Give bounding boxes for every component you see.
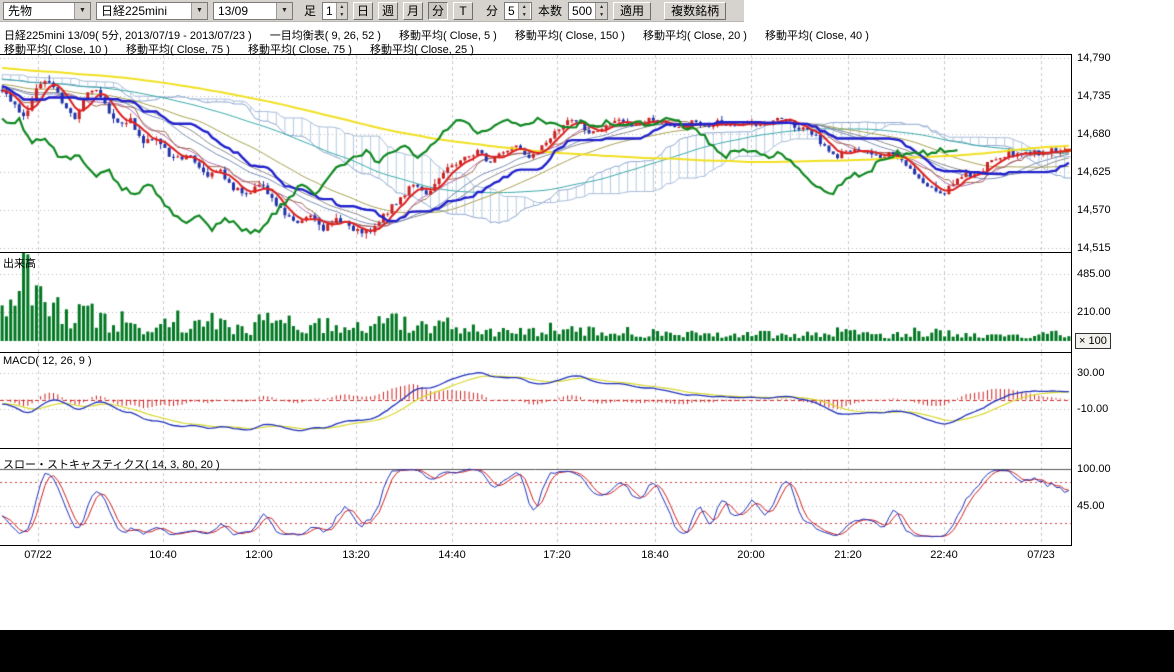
toolbar: 先物 ▼ 日経225mini ▼ 13/09 ▼ 足 1 ▲ ▼ 日 週 月 分… — [0, 0, 744, 22]
x-axis-label: 13:20 — [333, 549, 379, 561]
y-axis-tick: 14,680 — [1077, 128, 1111, 140]
bar-type-label: 足 — [304, 2, 316, 19]
contract-select-value: 13/09 — [214, 4, 276, 18]
minute-label: 分 — [486, 2, 498, 19]
spin-down-icon[interactable]: ▼ — [596, 11, 607, 19]
minute-value[interactable]: 5 — [505, 3, 518, 19]
y-axis-tick: 485.00 — [1077, 268, 1111, 280]
x-axis-label: 21:20 — [825, 549, 871, 561]
volume-multiplier-badge: × 100 — [1075, 333, 1111, 349]
apply-button[interactable]: 適用 — [613, 2, 651, 20]
period-button-tick[interactable]: T — [453, 2, 473, 20]
spin-up-icon[interactable]: ▲ — [337, 3, 347, 11]
indicator-label: 移動平均( Close, 20 ) — [643, 30, 747, 42]
chevron-down-icon[interactable]: ▼ — [74, 3, 90, 19]
bar-unit-stepper[interactable]: 1 ▲ ▼ — [322, 2, 348, 20]
bar-count-stepper[interactable]: 500 ▲ ▼ — [568, 2, 608, 20]
price-chart-canvas[interactable] — [0, 55, 1071, 252]
macd-chart-canvas[interactable] — [0, 353, 1071, 448]
y-axis-tick: 14,625 — [1077, 166, 1111, 178]
indicator-label: 移動平均( Close, 150 ) — [515, 30, 625, 42]
x-axis-label: 10:40 — [140, 549, 186, 561]
period-button-minute[interactable]: 分 — [428, 2, 448, 20]
x-axis-label: 12:00 — [236, 549, 282, 561]
y-axis-tick: 14,570 — [1077, 204, 1111, 216]
indicator-label: 移動平均( Close, 40 ) — [765, 30, 869, 42]
minute-stepper[interactable]: 5 ▲ ▼ — [504, 2, 532, 20]
spinner-arrows: ▲ ▼ — [518, 3, 530, 19]
panel-divider — [0, 54, 1071, 55]
spinner-arrows: ▲ ▼ — [336, 3, 347, 19]
y-axis-tick: 30.00 — [1077, 367, 1105, 379]
bar-unit-value[interactable]: 1 — [323, 3, 336, 19]
x-axis-label: 22:40 — [921, 549, 967, 561]
market-select[interactable]: 先物 ▼ — [3, 2, 91, 20]
volume-chart-canvas[interactable] — [0, 253, 1071, 352]
volume-panel-label: 出来高 — [3, 255, 36, 271]
spin-up-icon[interactable]: ▲ — [519, 3, 530, 11]
x-axis-label: 18:40 — [632, 549, 678, 561]
x-axis-label: 20:00 — [728, 549, 774, 561]
x-axis-label: 14:40 — [429, 549, 475, 561]
contract-select[interactable]: 13/09 ▼ — [213, 2, 293, 20]
y-axis-tick: -10.00 — [1077, 403, 1108, 415]
y-axis-tick: 14,790 — [1077, 52, 1111, 64]
y-axis-tick: 14,735 — [1077, 90, 1111, 102]
x-axis-label: 07/23 — [1018, 549, 1064, 561]
period-button-week[interactable]: 週 — [378, 2, 398, 20]
bar-count-value[interactable]: 500 — [569, 3, 595, 19]
y-axis-line — [1071, 54, 1072, 546]
y-axis-tick: 210.00 — [1077, 306, 1111, 318]
symbol-select-value: 日経225mini — [97, 2, 191, 19]
x-axis-label: 07/22 — [15, 549, 61, 561]
panel-divider — [0, 448, 1071, 449]
symbol-select[interactable]: 日経225mini ▼ — [96, 2, 208, 20]
panel-divider — [0, 252, 1071, 253]
multi-symbol-button[interactable]: 複数銘柄 — [664, 2, 726, 20]
spin-down-icon[interactable]: ▼ — [519, 11, 530, 19]
period-button-day[interactable]: 日 — [353, 2, 373, 20]
y-axis-tick: 100.00 — [1077, 463, 1111, 475]
spin-down-icon[interactable]: ▼ — [337, 11, 347, 19]
spin-up-icon[interactable]: ▲ — [596, 3, 607, 11]
y-axis-tick: 45.00 — [1077, 500, 1105, 512]
period-button-month[interactable]: 月 — [403, 2, 423, 20]
macd-panel-label: MACD( 12, 26, 9 ) — [3, 355, 92, 367]
bottom-black-strip — [0, 630, 1174, 672]
spinner-arrows: ▲ ▼ — [595, 3, 607, 19]
stoch-panel-label: スロー・ストキャスティクス( 14, 3, 80, 20 ) — [3, 456, 220, 472]
bar-count-label: 本数 — [538, 2, 562, 19]
y-axis-tick: 14,515 — [1077, 242, 1111, 254]
panel-divider — [0, 352, 1071, 353]
market-select-value: 先物 — [4, 2, 74, 19]
x-axis-label: 17:20 — [534, 549, 580, 561]
x-axis-line — [0, 545, 1071, 546]
chevron-down-icon[interactable]: ▼ — [276, 3, 292, 19]
chevron-down-icon[interactable]: ▼ — [191, 3, 207, 19]
